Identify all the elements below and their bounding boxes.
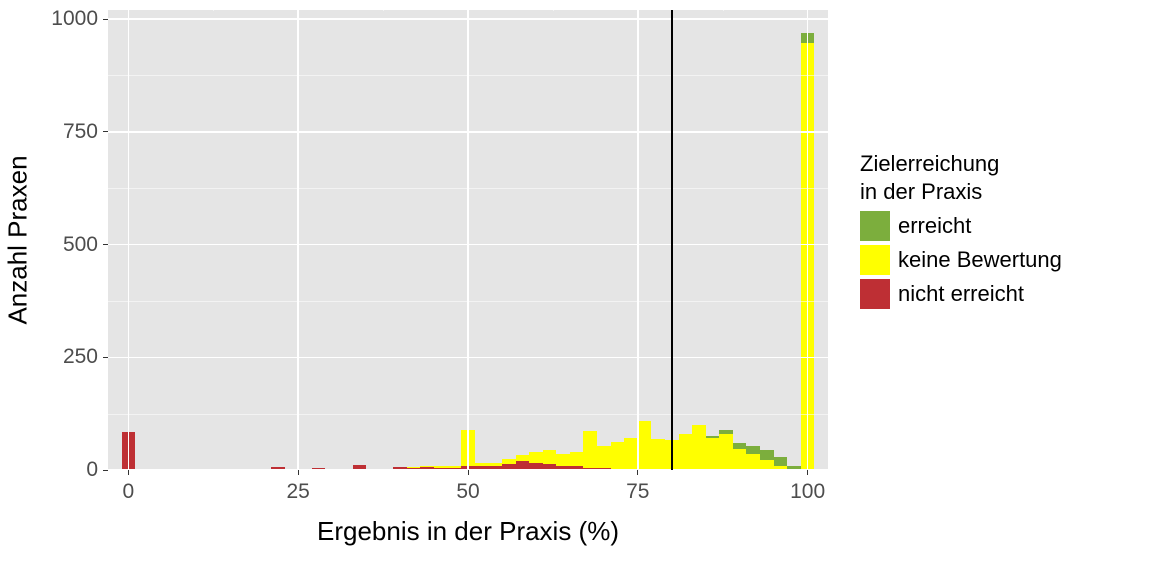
- legend-item: erreicht: [860, 211, 1062, 241]
- bar-segment: [692, 425, 706, 470]
- bar-segment: [719, 434, 733, 470]
- legend-label: keine Bewertung: [898, 247, 1062, 273]
- x-axis-title: Ergebnis in der Praxis (%): [108, 516, 828, 547]
- legend-label: erreicht: [898, 213, 971, 239]
- bar-segment: [679, 434, 693, 470]
- x-tick-label: 0: [123, 480, 135, 504]
- bar-segment: [516, 455, 530, 461]
- bar-segment: [448, 466, 462, 468]
- bar-segment: [706, 436, 720, 438]
- bar-segment: [556, 454, 570, 466]
- legend-title: Zielerreichungin der Praxis: [860, 150, 1062, 205]
- legend-swatch: [860, 245, 890, 275]
- bar-segment: [651, 439, 665, 470]
- y-tick-label: 750: [63, 120, 98, 144]
- bar-segment: [583, 431, 597, 468]
- legend: Zielerreichungin der Praxis erreicht kein…: [860, 150, 1062, 313]
- bar-segment: [774, 457, 788, 465]
- y-tick-label: 250: [63, 345, 98, 369]
- bar-segment: [488, 463, 502, 466]
- bar-segment: [638, 421, 652, 470]
- bar-segment: [475, 463, 489, 467]
- chart-figure: Ergebnis in der Praxis (%) Anzahl Praxen…: [0, 0, 1152, 576]
- bar-segment: [407, 467, 421, 468]
- bar-segment: [760, 450, 774, 460]
- legend-item: nicht erreicht: [860, 279, 1062, 309]
- bar-segment: [597, 446, 611, 469]
- y-tick-label: 500: [63, 233, 98, 257]
- y-tick-label: 1000: [51, 7, 98, 31]
- bar-segment: [420, 466, 434, 467]
- plot-panel: [108, 10, 828, 470]
- bar-segment: [624, 438, 638, 470]
- bar-segment: [529, 452, 543, 463]
- legend-swatch: [860, 211, 890, 241]
- bar-segment: [611, 442, 625, 470]
- bar-segment: [570, 452, 584, 466]
- y-tick-label: 0: [86, 458, 98, 482]
- x-tick-label: 75: [626, 480, 649, 504]
- bar-segment: [719, 430, 733, 434]
- x-tick-label: 25: [287, 480, 310, 504]
- x-tick-label: 50: [456, 480, 479, 504]
- legend-item: keine Bewertung: [860, 245, 1062, 275]
- bar-segment: [733, 449, 747, 470]
- bar-segment: [434, 466, 448, 468]
- bar-segment: [543, 450, 557, 464]
- bar-segment: [502, 459, 516, 464]
- bar-segment: [746, 454, 760, 470]
- reference-line: [671, 10, 673, 470]
- legend-label: nicht erreicht: [898, 281, 1024, 307]
- bar-segment: [746, 446, 760, 454]
- legend-swatch: [860, 279, 890, 309]
- x-tick-label: 100: [790, 480, 825, 504]
- bar-segment: [733, 443, 747, 449]
- y-axis-title: Anzahl Praxen: [3, 155, 34, 324]
- bar-segment: [706, 438, 720, 470]
- legend-items: erreicht keine Bewertung nicht erreicht: [860, 211, 1062, 309]
